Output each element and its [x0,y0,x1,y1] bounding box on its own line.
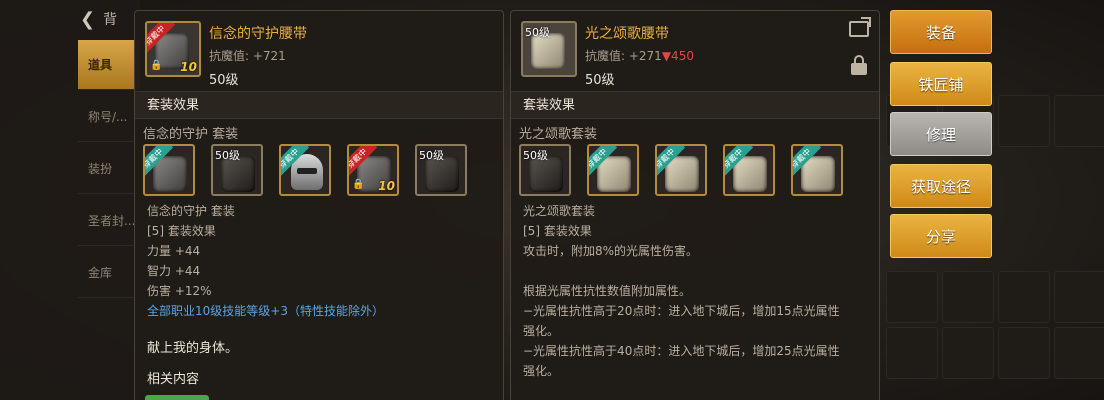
item-icon-belt: 穿戴中 🔒 10 [145,21,201,77]
desc-spacer [523,261,840,281]
compare-item-tooltip: 50级 光之颂歌腰带 抗魔值: +271▼450 50级 套装效果 光之颂歌套装… [510,10,880,400]
slot-level: 50级 [215,149,240,162]
sidebar-item-titles[interactable]: 称号/... [78,92,140,142]
sidebar-item-costume[interactable]: 装扮 [78,144,140,194]
desc-line: [5] 套装效果 [523,224,592,238]
set-piece-slot[interactable]: 穿戴中 [655,144,707,196]
item-title: 光之颂歌腰带 [585,26,669,42]
item-icon-belt: 50级 [521,21,577,77]
desc-line: 根据光属性抗性数值附加属性。 [523,284,692,298]
inventory-slot[interactable] [998,327,1050,379]
item-flavor-text: 献上我的身体。 [147,339,238,359]
set-name: 信念的守护 套装 [143,127,239,142]
desc-line: 智力 +44 [147,264,201,278]
set-name: 光之颂歌套装 [519,127,598,142]
set-piece-slot[interactable]: 50级 [415,144,467,196]
set-effect-heading: 套装效果 [135,91,503,119]
set-piece-slot[interactable]: 穿戴中 🔒 10 [347,144,399,196]
icon-level: 50级 [525,26,550,39]
desc-line: 强化。 [523,324,560,338]
set-effect-heading: 套装效果 [511,91,879,119]
back-label: 背 [103,12,118,28]
inventory-slot[interactable] [942,271,994,323]
item-header: 50级 光之颂歌腰带 抗魔值: +271▼450 50级 [519,19,873,97]
inventory-slot[interactable] [942,327,994,379]
set-piece-slots: 穿戴中 50级 穿戴中 穿戴中 🔒 10 50级 [143,144,467,196]
set-piece-slot[interactable]: 穿戴中 [723,144,775,196]
inventory-slot[interactable] [1054,95,1104,147]
item-header: 穿戴中 🔒 10 信念的守护腰带 抗魔值: +721 50级 [143,19,497,97]
desc-line-skill-bonus: 全部职业10级技能等级+3（特性技能除外） [147,304,384,318]
sidebar-item-items[interactable]: 道具 [78,40,140,90]
grade-number: 10 [180,60,197,74]
item-level: 50级 [585,73,615,88]
repair-button[interactable]: 修理 [890,112,992,156]
set-piece-slot[interactable]: 50级 [519,144,571,196]
inventory-slot[interactable] [886,327,938,379]
desc-line: 攻击时，附加8%的光属性伤害。 [523,244,699,258]
back-button[interactable]: ❮ 背 [80,6,117,32]
sidebar-item-vault[interactable]: 金库 [78,248,140,298]
related-content-button[interactable] [145,395,209,400]
set-piece-slot[interactable]: 50级 [211,144,263,196]
grade-number: 10 [378,179,395,193]
desc-line: 力量 +44 [147,244,201,258]
inventory-slot[interactable] [1054,327,1104,379]
desc-line: 强化。 [523,364,560,378]
set-piece-slot[interactable]: 穿戴中 [587,144,639,196]
item-stat: 抗魔值: +271▼450 [585,47,694,64]
set-piece-slot[interactable]: 穿戴中 [143,144,195,196]
related-content-heading: 相关内容 [147,372,200,387]
inventory-slot[interactable] [1054,271,1104,323]
share-icon[interactable] [849,21,869,37]
blacksmith-button[interactable]: 铁匠铺 [890,62,992,106]
equipped-item-tooltip: 穿戴中 🔒 10 信念的守护腰带 抗魔值: +721 50级 套装效果 信念的守… [134,10,504,400]
lock-icon: 🔒 [150,60,163,71]
set-effect-description: 信念的守护 套装 [5] 套装效果 力量 +44 智力 +44 伤害 +12% … [147,201,384,321]
back-arrow-icon: ❮ [80,8,96,30]
item-stat: 抗魔值: +721 [209,49,286,63]
desc-line: 光之颂歌套装 [523,204,596,218]
desc-line: 伤害 +12% [147,284,212,298]
set-piece-slot[interactable]: 穿戴中 [791,144,843,196]
slot-level: 50级 [523,149,548,162]
set-piece-slots: 50级 穿戴中 穿戴中 穿戴中 穿戴中 [519,144,843,196]
share-button[interactable]: 分享 [890,214,992,258]
slot-level: 50级 [419,149,444,162]
desc-line: [5] 套装效果 [147,224,216,238]
set-effect-description: 光之颂歌套装 [5] 套装效果 攻击时，附加8%的光属性伤害。 根据光属性抗性数… [523,201,840,381]
stat-decrease: ▼450 [661,49,694,63]
lock-icon: 🔒 [352,179,365,190]
obtain-source-button[interactable]: 获取途径 [890,164,992,208]
lock-body [851,63,867,75]
item-title: 信念的守护腰带 [209,26,307,42]
lock-icon[interactable] [851,55,867,75]
flavor-quote: 献上我的身体。 [147,341,239,356]
inventory-slot[interactable] [886,271,938,323]
sidebar-item-seal[interactable]: 圣者封... [78,196,140,246]
inventory-slot[interactable] [998,95,1050,147]
desc-line: −光属性抗性高于20点时：进入地下城后，增加15点光属性 [523,304,840,318]
desc-line: 信念的守护 套装 [147,204,235,218]
inventory-slot[interactable] [998,271,1050,323]
desc-line: −光属性抗性高于40点时：进入地下城后，增加25点光属性 [523,344,840,358]
item-stat-value: 抗魔值: +271 [585,49,662,63]
equip-button[interactable]: 装备 [890,10,992,54]
item-level: 50级 [209,73,239,88]
set-piece-slot[interactable]: 穿戴中 [279,144,331,196]
